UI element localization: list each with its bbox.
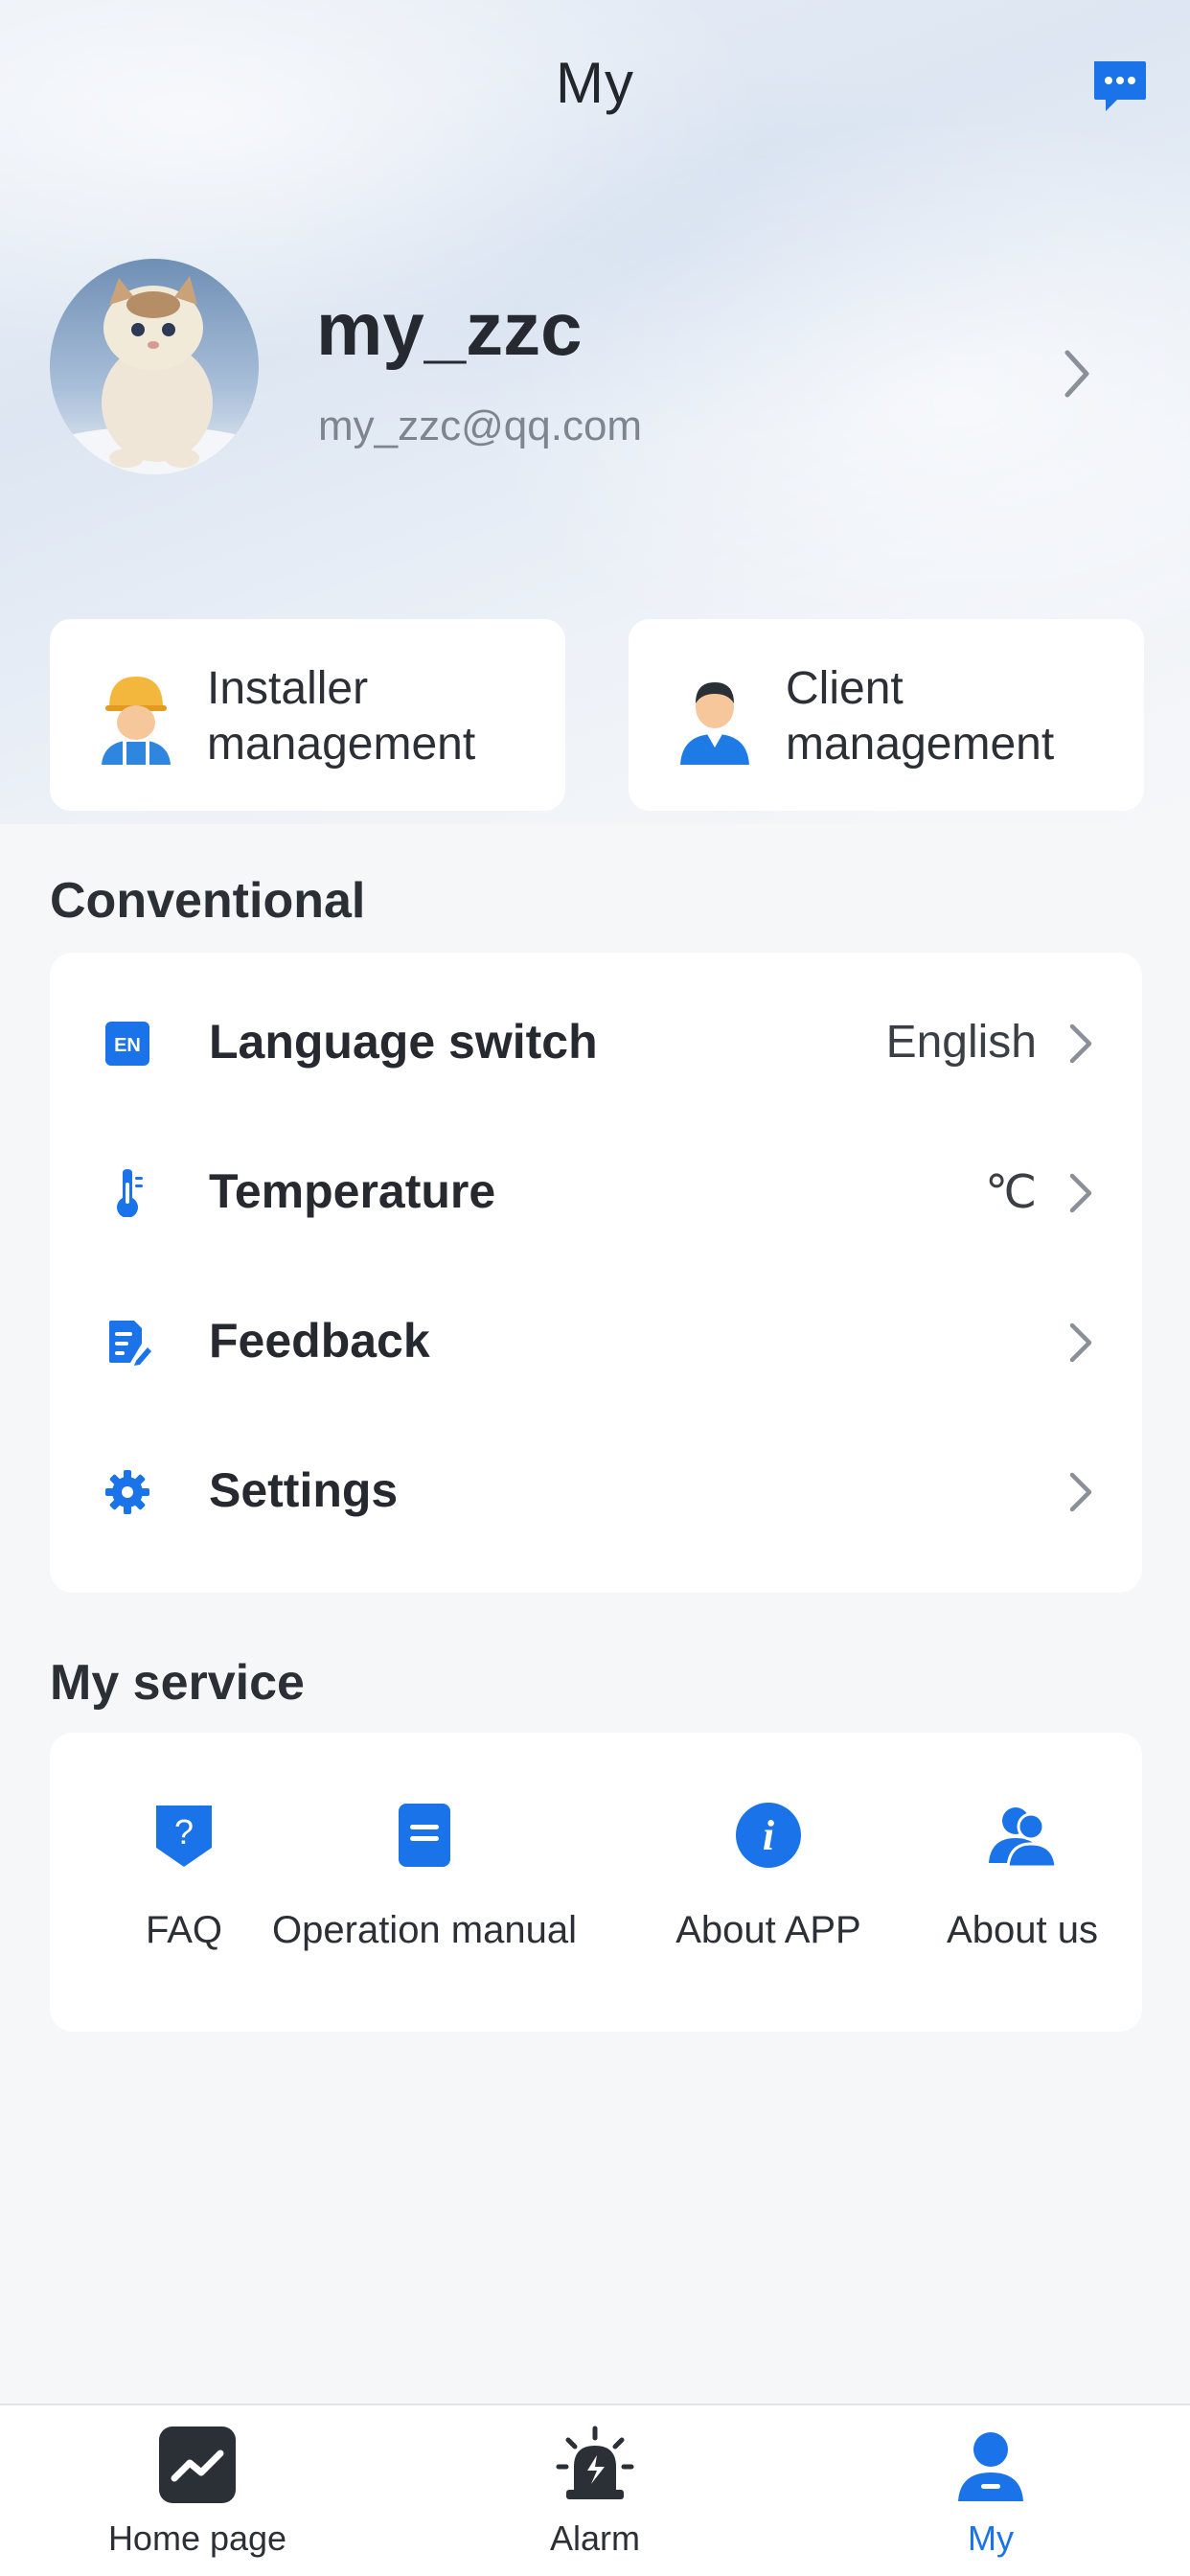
- temperature-label: Temperature: [209, 1164, 496, 1218]
- settings-row[interactable]: Settings: [50, 1414, 1142, 1564]
- chevron-right-icon: [1069, 1173, 1092, 1213]
- en-language-icon: EN: [105, 1022, 149, 1066]
- about-app-label: About APP: [675, 1909, 861, 1951]
- faq-button[interactable]: ? FAQ: [79, 1800, 289, 1952]
- people-icon: [989, 1807, 1058, 1869]
- about-us-label: About us: [947, 1909, 1098, 1951]
- language-value: English: [885, 1017, 1037, 1068]
- tab-home-page-label: Home page: [107, 2518, 287, 2558]
- chart-trend-icon: [159, 2426, 236, 2503]
- client-management-card[interactable]: Client management: [629, 619, 1144, 811]
- user-email: my_zzc@qq.com: [318, 402, 643, 449]
- page-title: My: [556, 51, 634, 115]
- about-app-button[interactable]: i About APP: [644, 1800, 893, 1952]
- my-service-panel: ? FAQ Operation manual i About APP About…: [50, 1733, 1142, 2032]
- tab-alarm[interactable]: Alarm: [451, 2425, 739, 2559]
- conventional-panel: EN Language switch English Temperature ℃…: [50, 953, 1142, 1593]
- svg-text:EN: EN: [114, 1035, 141, 1056]
- thermometer-icon: [117, 1169, 143, 1217]
- operation-manual-label: Operation manual: [272, 1909, 577, 1951]
- settings-label: Settings: [209, 1463, 399, 1517]
- feedback-document-icon: [109, 1321, 151, 1366]
- client-person-icon: [680, 682, 749, 765]
- chat-bubble-icon[interactable]: [1088, 56, 1150, 117]
- svg-text:?: ?: [174, 1812, 194, 1852]
- chevron-right-icon: [1069, 1472, 1092, 1512]
- temperature-row[interactable]: Temperature ℃: [50, 1116, 1142, 1265]
- chevron-right-icon[interactable]: [1058, 345, 1096, 402]
- installer-management-label: Installer management: [207, 663, 476, 770]
- manual-book-icon: [399, 1804, 450, 1867]
- about-us-button[interactable]: About us: [912, 1800, 1133, 1952]
- tab-my-label: My: [968, 2518, 1014, 2558]
- operation-manual-button[interactable]: Operation manual: [266, 1800, 583, 1952]
- svg-text:i: i: [763, 1812, 775, 1859]
- chevron-right-icon: [1069, 1024, 1092, 1064]
- faq-label: FAQ: [145, 1909, 223, 1951]
- chevron-right-icon: [1069, 1322, 1092, 1363]
- info-circle-icon: i: [736, 1803, 801, 1868]
- language-switch-label: Language switch: [209, 1015, 598, 1069]
- temperature-unit-value: ℃: [985, 1167, 1037, 1218]
- client-management-label: Client management: [786, 663, 1055, 770]
- feedback-row[interactable]: Feedback: [50, 1265, 1142, 1414]
- username: my_zzc: [316, 287, 583, 371]
- gear-icon: [105, 1470, 149, 1514]
- tab-home-page[interactable]: Home page: [54, 2425, 341, 2559]
- alarm-siren-icon: [556, 2426, 634, 2499]
- my-service-section-title: My service: [50, 1655, 305, 1711]
- tab-my[interactable]: My: [847, 2425, 1134, 2559]
- bottom-tab-bar: Home page Alarm My: [0, 2404, 1190, 2576]
- avatar[interactable]: [50, 259, 259, 474]
- tab-alarm-label: Alarm: [549, 2518, 640, 2558]
- language-switch-row[interactable]: EN Language switch English: [50, 966, 1142, 1116]
- installer-worker-icon: [102, 677, 171, 765]
- question-shield-icon: ?: [156, 1806, 212, 1867]
- user-icon: [958, 2432, 1023, 2501]
- installer-management-card[interactable]: Installer management: [50, 619, 565, 811]
- feedback-label: Feedback: [209, 1314, 430, 1368]
- profile-section[interactable]: my_zzc my_zzc@qq.com: [50, 259, 1142, 479]
- conventional-section-title: Conventional: [50, 873, 366, 929]
